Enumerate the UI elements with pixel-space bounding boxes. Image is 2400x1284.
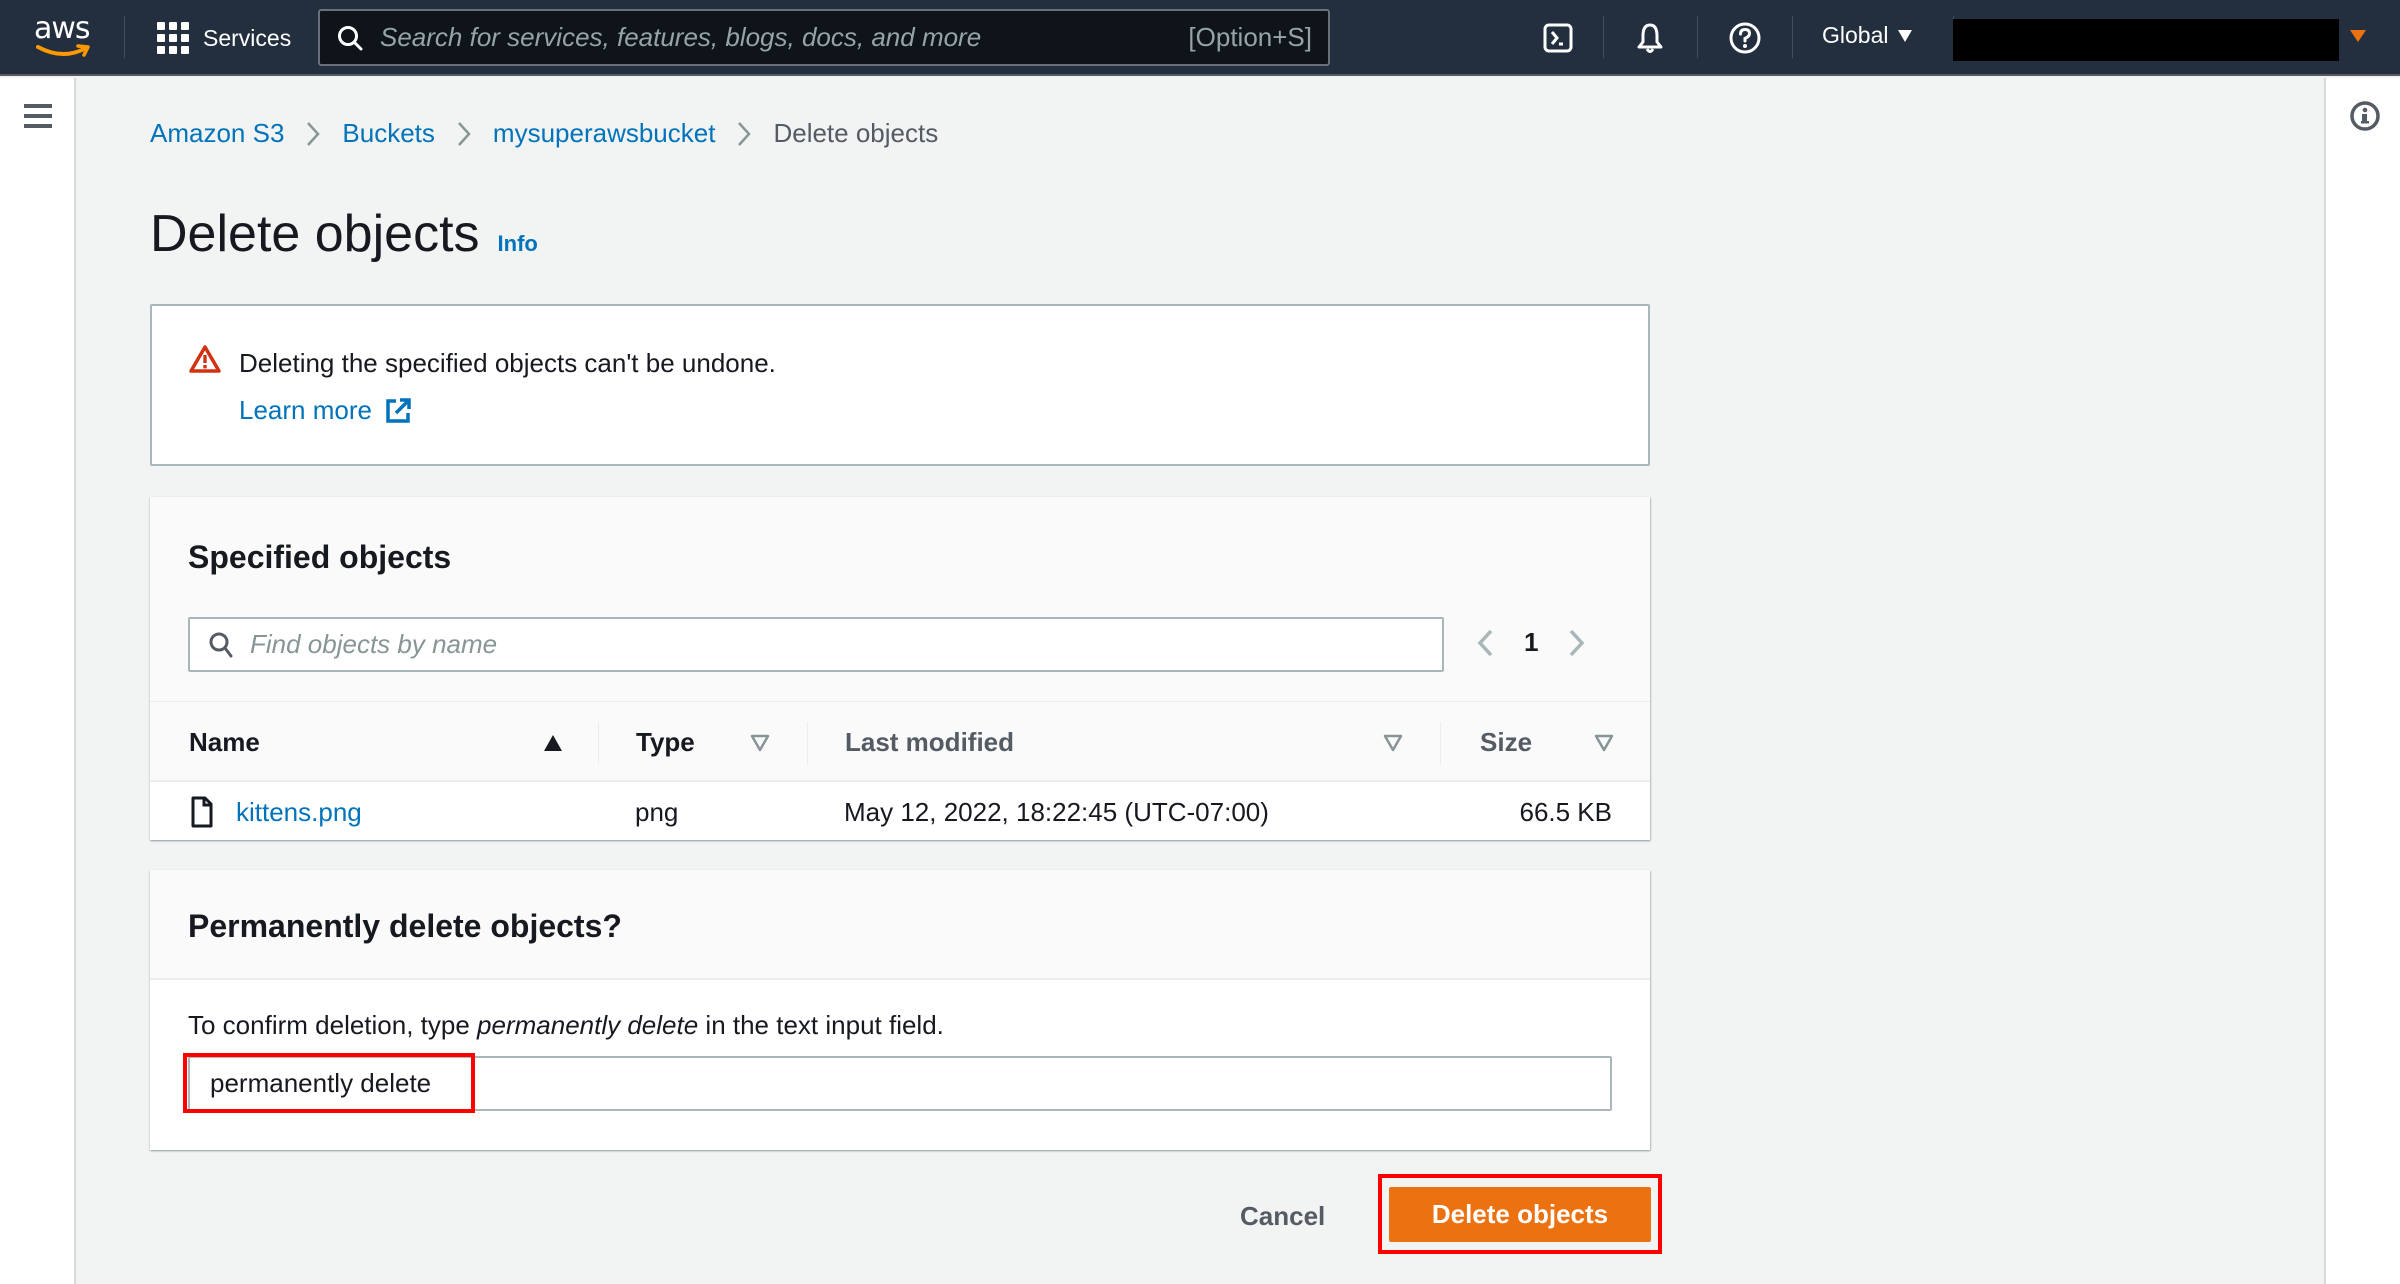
search-icon: [209, 632, 233, 657]
find-objects-input[interactable]: Find objects by name: [188, 617, 1444, 672]
chevron-left-icon: [1477, 629, 1493, 656]
specified-objects-header: Specified objects Find objects by name 1: [150, 497, 1650, 702]
confirm-deletion-input[interactable]: permanently delete: [188, 1056, 1612, 1111]
chevron-right-icon: [306, 121, 321, 147]
divider: [1697, 16, 1698, 58]
region-selector[interactable]: Global: [1822, 22, 1913, 49]
learn-more-label: Learn more: [239, 395, 372, 425]
region-label: Global: [1822, 22, 1889, 48]
breadcrumb-current: Delete objects: [773, 118, 939, 148]
confirm-phrase: permanently delete: [477, 1010, 699, 1040]
column-divider: [1440, 722, 1441, 764]
warning-icon: [189, 345, 221, 373]
account-menu-redacted[interactable]: [1953, 19, 2339, 61]
page-header: Delete objects Info: [150, 204, 538, 264]
learn-more-link[interactable]: Learn more: [239, 395, 412, 426]
confirm-instruction: To confirm deletion, type permanently de…: [188, 1010, 944, 1040]
grid-icon: [157, 22, 189, 54]
caret-down-icon: [1898, 29, 1913, 42]
table-header: Name Type Last modified Size: [150, 702, 1650, 782]
sort-unsorted-icon[interactable]: [750, 734, 770, 752]
column-header-type[interactable]: Type: [636, 702, 695, 782]
specified-objects-title: Specified objects: [188, 539, 452, 575]
current-page[interactable]: 1: [1524, 627, 1538, 658]
top-navigation: aws Services Search for services, featur…: [0, 0, 2400, 76]
sort-unsorted-icon[interactable]: [1594, 734, 1614, 752]
alert-message: Deleting the specified objects can't be …: [239, 348, 776, 378]
aws-smile-icon: [36, 44, 90, 57]
notifications-button[interactable]: [1630, 18, 1670, 58]
info-link[interactable]: Info: [498, 231, 538, 257]
search-shortcut: [Option+S]: [1188, 22, 1312, 52]
menu-toggle-icon[interactable]: [24, 104, 52, 134]
object-type-cell: png: [635, 796, 679, 827]
object-size-cell: 66.5 KB: [1519, 796, 1612, 827]
breadcrumb-amazon-s3[interactable]: Amazon S3: [150, 118, 284, 149]
divider: [124, 16, 125, 58]
permanent-delete-title: Permanently delete objects?: [188, 908, 622, 944]
services-menu-button[interactable]: Services: [157, 22, 291, 54]
cancel-button[interactable]: Cancel: [1240, 1194, 1325, 1238]
cloudshell-icon: [1543, 23, 1573, 53]
chevron-right-icon: [737, 121, 752, 147]
column-header-last-modified[interactable]: Last modified: [845, 702, 1014, 782]
help-panel-rail: [2324, 78, 2400, 1284]
divider: [1792, 16, 1793, 58]
previous-page-button[interactable]: [1476, 628, 1494, 658]
account-caret-icon[interactable]: [2350, 30, 2366, 42]
object-last-modified-cell: May 12, 2022, 18:22:45 (UTC-07:00): [844, 796, 1269, 827]
external-link-icon: [386, 397, 411, 423]
page-title: Delete objects: [150, 205, 480, 263]
pagination: 1: [1476, 627, 1586, 658]
column-divider: [807, 722, 808, 764]
sort-unsorted-icon[interactable]: [1383, 734, 1403, 752]
search-placeholder: Search for services, features, blogs, do…: [380, 22, 982, 52]
breadcrumb-buckets[interactable]: Buckets: [342, 118, 435, 149]
info-icon: [2350, 101, 2380, 131]
chevron-right-icon: [457, 121, 471, 147]
warning-alert: Deleting the specified objects can't be …: [150, 304, 1650, 466]
permanent-delete-header: Permanently delete objects?: [150, 870, 1650, 980]
left-navigation-rail: [0, 78, 76, 1284]
bell-icon: [1637, 23, 1663, 53]
services-label: Services: [203, 24, 292, 51]
help-button[interactable]: [1725, 18, 1765, 58]
delete-objects-button[interactable]: Delete objects: [1389, 1187, 1651, 1242]
find-objects-placeholder: Find objects by name: [250, 629, 498, 659]
file-icon: [191, 796, 213, 828]
object-name-cell: kittens.png: [236, 784, 362, 840]
permanent-delete-panel: Permanently delete objects? To confirm d…: [150, 870, 1650, 1150]
help-icon: [1729, 22, 1761, 54]
table-row: kittens.png png May 12, 2022, 18:22:45 (…: [150, 784, 1650, 840]
object-name-link[interactable]: kittens.png: [236, 797, 362, 828]
column-divider: [598, 722, 599, 764]
specified-objects-panel: Specified objects Find objects by name 1…: [150, 497, 1650, 840]
search-icon: [338, 25, 363, 50]
cloudshell-button[interactable]: [1538, 18, 1578, 58]
divider: [1603, 16, 1604, 58]
sort-ascending-icon[interactable]: [543, 734, 563, 752]
column-header-name[interactable]: Name: [189, 702, 260, 782]
global-search-input[interactable]: Search for services, features, blogs, do…: [318, 9, 1330, 66]
next-page-button[interactable]: [1568, 628, 1586, 658]
breadcrumb-bucket[interactable]: mysuperawsbucket: [493, 118, 716, 149]
breadcrumb: Amazon S3 Buckets mysuperawsbucket Delet…: [150, 118, 938, 149]
chevron-right-icon: [1570, 629, 1585, 656]
info-panel-button[interactable]: [2349, 100, 2381, 137]
aws-logo[interactable]: aws: [34, 14, 94, 58]
column-header-size[interactable]: Size: [1480, 702, 1532, 782]
